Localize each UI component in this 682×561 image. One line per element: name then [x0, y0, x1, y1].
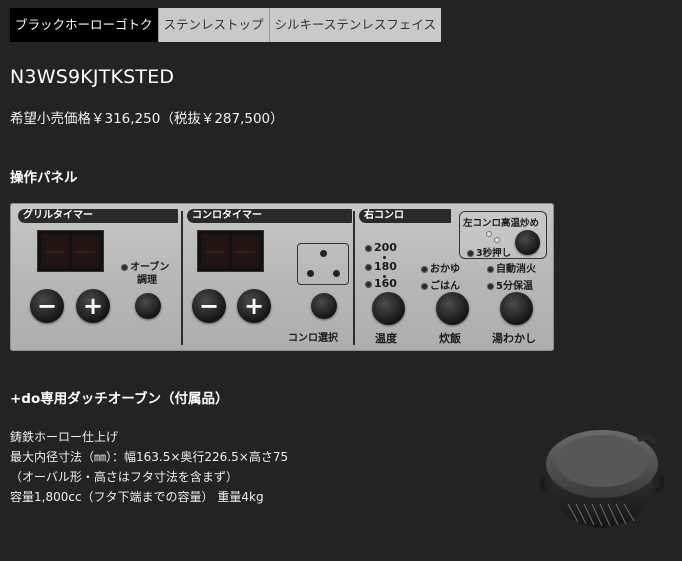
konro-timer-label: コンロタイマー: [187, 209, 352, 223]
divider: [353, 211, 355, 345]
okayu-label: おかゆ: [421, 260, 460, 275]
temp-180-label: 180: [365, 260, 397, 273]
led-icon: [487, 283, 494, 290]
divider: [181, 211, 183, 345]
grill-timer-display: [37, 230, 104, 272]
tab-black-enamel[interactable]: ブラックホーローゴトク: [10, 8, 158, 42]
led-icon: [365, 264, 372, 271]
desc-line: 鋳鉄ホーロー仕上げ: [10, 430, 119, 444]
konro-minus-button[interactable]: −: [192, 289, 226, 323]
temp-button[interactable]: [372, 292, 405, 325]
led-icon: [421, 283, 428, 290]
konro-select-label: コンロ選択: [288, 333, 338, 344]
left-high-temp-label: 左コンロ高温炒め: [463, 218, 540, 229]
tab-stainless-top[interactable]: ステンレストップ: [157, 8, 269, 42]
right-konro-label: 右コンロ: [359, 209, 451, 223]
burner-indicator-icon: [297, 243, 349, 285]
auto-off-label: 自動消火: [487, 260, 536, 275]
hold-3sec-label: 3秒押し: [467, 245, 511, 259]
oven-heading: +do専用ダッチオーブン（付属品）: [10, 391, 229, 407]
rice-button[interactable]: [436, 292, 469, 325]
konro-select-button[interactable]: [311, 293, 337, 319]
konro-plus-button[interactable]: +: [237, 289, 271, 323]
oven-description: 鋳鉄ホーロー仕上げ 最大内径寸法（㎜）：幅163.5×奥行226.5×高さ75 …: [10, 427, 288, 507]
price-text: 希望小売価格￥316,250（税抜￥287,500）: [10, 111, 284, 127]
grill-minus-button[interactable]: −: [30, 289, 64, 323]
desc-line: （オーバル形・高さはフタ寸法を含まず）: [10, 470, 238, 484]
dutch-oven-image: [539, 430, 665, 528]
desc-line: 容量1,800cc（フタ下端までの容量） 重量4kg: [10, 490, 264, 504]
temp-160-label: 160: [365, 277, 397, 290]
oven-cook-button[interactable]: [135, 293, 161, 319]
temp-label: 温度: [375, 332, 397, 345]
boil-label: 湯わかし: [492, 332, 536, 345]
temp-200-label: 200: [365, 241, 397, 254]
keep-warm-label: 5分保温: [487, 277, 533, 292]
hold-led-icon: [467, 250, 474, 257]
boil-button[interactable]: [500, 292, 533, 325]
led-icon: [365, 281, 372, 288]
desc-line: 最大内径寸法（㎜）：幅163.5×奥行226.5×高さ75: [10, 450, 289, 464]
rice-label: 炊飯: [439, 332, 461, 345]
grill-timer-label: グリルタイマー: [18, 209, 178, 223]
model-number: N3WS9KJTKSTED: [10, 66, 175, 88]
panel-heading: 操作パネル: [10, 170, 78, 186]
variant-tabs: ブラックホーローゴトク ステンレストップ シルキーステンレスフェイス: [10, 8, 442, 42]
led-icon: [421, 266, 428, 273]
led-icon: [487, 266, 494, 273]
grill-plus-button[interactable]: +: [76, 289, 110, 323]
left-high-temp-button[interactable]: [515, 230, 540, 255]
left-high-temp-box: 左コンロ高温炒め 3秒押し: [459, 211, 547, 259]
oven-led-icon: [121, 264, 128, 271]
gohan-label: ごはん: [421, 277, 460, 292]
control-panel-image: グリルタイマー − + オーブン 調理 コンロタイマー − + コンロ選択 右コ…: [10, 203, 554, 351]
tab-silky-stainless-face[interactable]: シルキーステンレスフェイス: [268, 8, 442, 42]
led-icon: [365, 245, 372, 252]
konro-timer-display: [197, 230, 264, 272]
oven-cook-label-2: 調理: [137, 275, 157, 286]
